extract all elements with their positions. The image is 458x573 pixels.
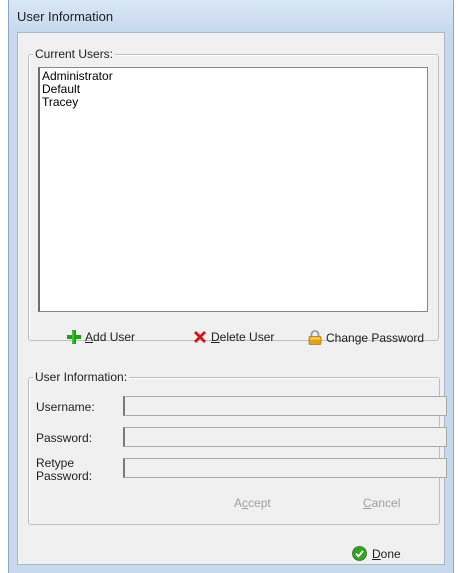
- current-users-group: Current Users: Administrator Default Tra…: [28, 47, 439, 341]
- title-bar[interactable]: User Information: [9, 0, 453, 32]
- password-field[interactable]: [123, 427, 447, 447]
- list-item[interactable]: Default: [42, 83, 425, 96]
- current-users-legend: Current Users:: [33, 47, 116, 61]
- change-password-button[interactable]: Change Password: [308, 330, 424, 345]
- plus-icon: [67, 330, 81, 344]
- change-password-label: Change Password: [326, 330, 425, 345]
- list-item[interactable]: Tracey: [42, 96, 425, 109]
- password-label: Password:: [36, 431, 93, 445]
- window-title: User Information: [17, 9, 114, 24]
- user-information-group: User Information: Username: Password: Re…: [28, 370, 447, 525]
- add-user-label: Add User: [85, 330, 136, 344]
- current-users-list[interactable]: Administrator Default Tracey: [38, 67, 428, 312]
- user-action-row: Add User Delete User Change Password: [18, 330, 446, 352]
- retype-password-field[interactable]: [123, 458, 447, 478]
- red-x-icon: [194, 331, 206, 343]
- user-information-legend: User Information:: [33, 370, 130, 384]
- done-button[interactable]: Done: [352, 546, 401, 561]
- dialog-client-area: Current Users: Administrator Default Tra…: [17, 32, 447, 565]
- add-user-button[interactable]: Add User: [67, 330, 135, 344]
- delete-user-button[interactable]: Delete User: [193, 330, 274, 344]
- username-label: Username:: [36, 400, 95, 414]
- accept-button[interactable]: Accept: [234, 496, 271, 510]
- retype-password-label: Retype Password:: [36, 456, 93, 483]
- done-label: Done: [372, 546, 401, 561]
- delete-user-label: Delete User: [211, 330, 275, 344]
- padlock-icon: [308, 330, 322, 345]
- list-item[interactable]: Administrator: [42, 70, 425, 83]
- green-check-icon: [352, 546, 367, 561]
- user-information-window: User Information Current Users: Administ…: [8, 0, 454, 573]
- cancel-button[interactable]: Cancel: [363, 496, 400, 510]
- username-field[interactable]: [123, 396, 447, 416]
